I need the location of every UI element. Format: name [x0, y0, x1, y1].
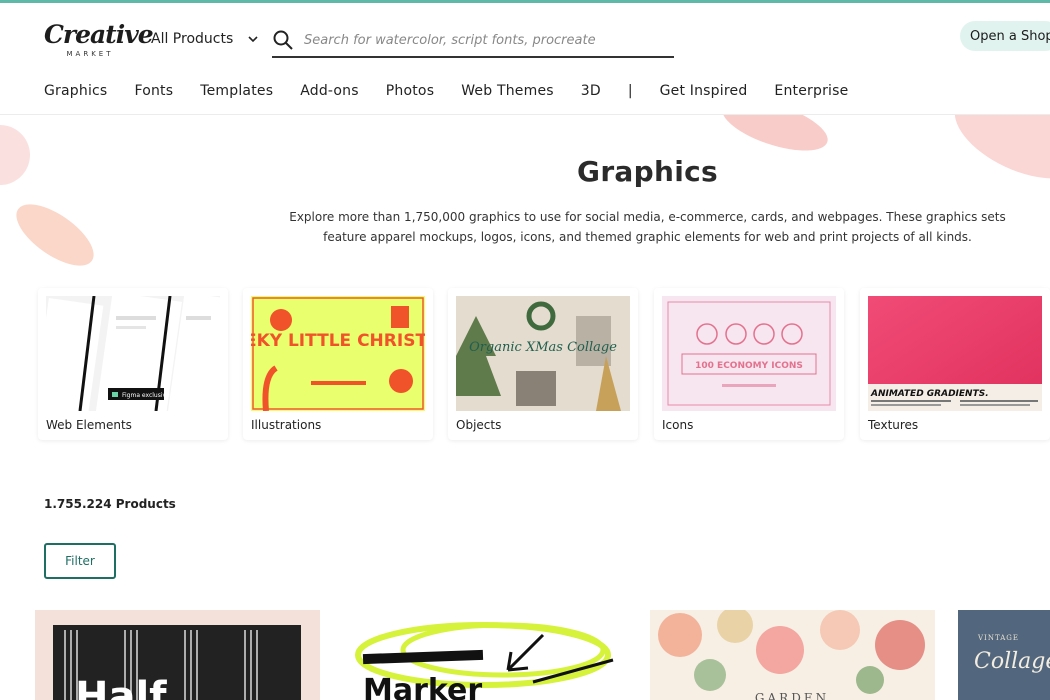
- illustrations-illustration: CHEEKY LITTLE CHRISTMAS: [251, 296, 425, 411]
- filter-button[interactable]: Filter: [44, 543, 116, 579]
- top-accent-line: [0, 0, 1050, 3]
- product-thumbnail: VINTAGE Collage Creator: [958, 610, 1050, 700]
- product-category-select[interactable]: All Products: [151, 28, 259, 50]
- logo-subtitle: MARKET: [66, 50, 114, 58]
- icons-thumb-title: 100 ECONOMY ICONS: [695, 361, 803, 371]
- category-card-web-elements[interactable]: Figma exclusive Web Elements: [38, 288, 228, 440]
- nav-photos[interactable]: Photos: [386, 83, 434, 99]
- illustration-thumb-title: CHEEKY LITTLE CHRISTMAS: [251, 331, 425, 351]
- category-thumbnail: 100 ECONOMY ICONS: [662, 296, 836, 411]
- nav-graphics[interactable]: Graphics: [44, 83, 107, 99]
- category-label: Objects: [456, 418, 502, 432]
- product-thumb-text: Collage Creator: [974, 649, 1050, 674]
- objects-thumb-title: Organic XMas Collage: [469, 340, 617, 355]
- chevron-down-icon: [248, 36, 258, 43]
- product-thumbnail: GARDEN: [650, 610, 935, 700]
- web-elements-illustration: Figma exclusive: [46, 296, 220, 411]
- product-card[interactable]: GARDEN: [650, 610, 935, 700]
- main-nav: Graphics Fonts Templates Add-ons Photos …: [44, 80, 875, 102]
- category-label: Textures: [868, 418, 919, 432]
- product-select-value: All Products: [151, 31, 234, 47]
- category-cards: Figma exclusive Web Elements CHEEKY LITT…: [38, 288, 1050, 440]
- search-icon: [273, 30, 293, 50]
- search-input[interactable]: [304, 32, 654, 48]
- open-shop-button[interactable]: Open a Shop: [960, 21, 1050, 51]
- category-thumbnail: ANIMATED GRADIENTS.: [868, 296, 1042, 411]
- nav-fonts[interactable]: Fonts: [134, 83, 173, 99]
- search-bar[interactable]: [272, 24, 674, 58]
- nav-templates[interactable]: Templates: [200, 83, 273, 99]
- hero-background: [0, 115, 1050, 275]
- objects-illustration: Organic XMas Collage: [456, 296, 630, 411]
- category-label: Icons: [662, 418, 694, 432]
- category-label: Web Elements: [46, 418, 132, 432]
- nav-enterprise[interactable]: Enterprise: [774, 83, 848, 99]
- product-card[interactable]: Marker: [343, 610, 628, 700]
- nav-get-inspired[interactable]: Get Inspired: [660, 83, 748, 99]
- product-thumb-text: GARDEN: [755, 691, 829, 700]
- product-card[interactable]: VINTAGE Collage Creator: [958, 610, 1050, 700]
- product-count: 1.755.224 Products: [44, 497, 176, 511]
- category-label: Illustrations: [251, 418, 322, 432]
- nav-separator: |: [627, 83, 633, 99]
- nav-3d[interactable]: 3D: [581, 83, 601, 99]
- product-thumbnail: Half: [35, 610, 320, 700]
- category-card-objects[interactable]: Organic XMas Collage Objects: [448, 288, 638, 440]
- category-thumbnail: Organic XMas Collage: [456, 296, 630, 411]
- textures-thumb-title: ANIMATED GRADIENTS.: [870, 389, 989, 399]
- nav-web-themes[interactable]: Web Themes: [461, 83, 554, 99]
- page-description: Explore more than 1,750,000 graphics to …: [289, 210, 1006, 244]
- category-card-textures[interactable]: ANIMATED GRADIENTS. Textures: [860, 288, 1050, 440]
- icons-illustration: 100 ECONOMY ICONS: [662, 296, 836, 411]
- brush-stroke-decoration: [6, 192, 104, 275]
- nav-add-ons[interactable]: Add-ons: [300, 83, 359, 99]
- svg-text:VINTAGE: VINTAGE: [977, 634, 1019, 642]
- category-thumbnail: Figma exclusive: [46, 296, 220, 411]
- figma-badge-text: Figma exclusive: [122, 392, 170, 399]
- creative-market-logo[interactable]: Creative MARKET: [44, 20, 154, 62]
- category-thumbnail: CHEEKY LITTLE CHRISTMAS: [251, 296, 425, 411]
- product-thumb-text: Marker: [363, 673, 482, 700]
- page-title: Graphics: [577, 155, 718, 188]
- logo-wordmark: Creative: [44, 20, 154, 49]
- product-thumbnail: Marker: [343, 610, 628, 700]
- product-thumb-text: Half: [75, 674, 167, 700]
- product-card[interactable]: Half: [35, 610, 320, 700]
- category-card-illustrations[interactable]: CHEEKY LITTLE CHRISTMAS Illustrations: [243, 288, 433, 440]
- category-card-icons[interactable]: 100 ECONOMY ICONS Icons: [654, 288, 844, 440]
- product-grid: Half Marker GARDEN VINTAGE Collage: [35, 610, 1050, 700]
- textures-illustration: ANIMATED GRADIENTS.: [868, 296, 1042, 411]
